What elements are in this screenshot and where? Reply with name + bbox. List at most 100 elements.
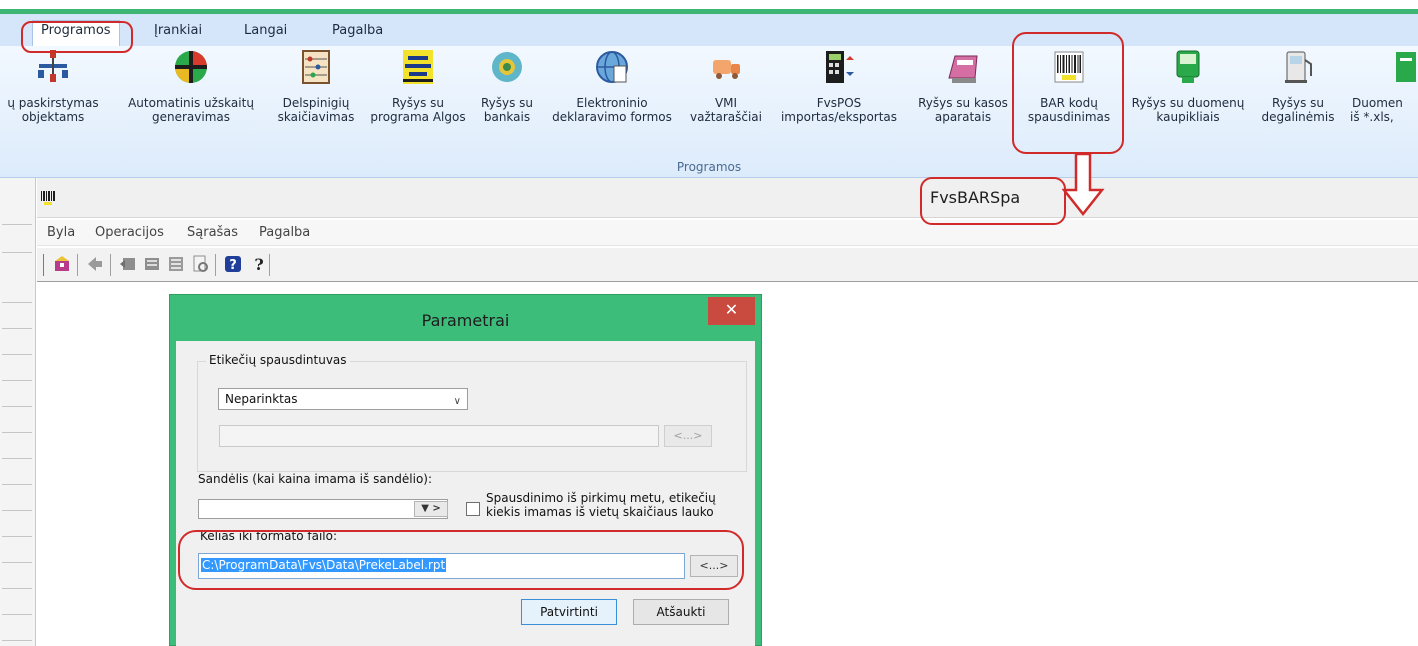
edit-record-icon[interactable]: [142, 254, 162, 274]
auto-offset-icon: [175, 51, 207, 83]
data-collector-icon: [1176, 50, 1200, 83]
tab-programos[interactable]: Programos: [32, 20, 120, 46]
top-strip: [0, 0, 1418, 9]
ribbon: Programos Įrankiai Langai Pagalba ų pask…: [0, 14, 1418, 178]
help-icon[interactable]: ?: [223, 254, 243, 274]
arrow-down-icon: [1062, 152, 1105, 217]
ribbon-button-label-1: Ryšys su: [480, 96, 534, 110]
ribbon-button-label-1: Elektroninio: [576, 96, 648, 110]
ribbon-button-auto-offset[interactable]: Automatinis užskaitų generavimas: [116, 48, 266, 156]
ribbon-button-label-1: Automatinis užskaitų: [128, 96, 254, 110]
ribbon-button-algos[interactable]: Ryšys su programa Algos: [362, 48, 474, 156]
gutter-tick: [2, 614, 32, 615]
ribbon-button-label-1: Ryšys su duomenų: [1131, 96, 1245, 110]
ribbon-button-distribution[interactable]: ų paskirstymas objektams: [0, 48, 112, 156]
dialog-close-button[interactable]: ✕: [708, 297, 755, 325]
ribbon-button-label-2: skaičiavimas: [277, 110, 355, 124]
printer-select-value: Neparinktas: [225, 392, 298, 406]
ribbon-button-label-1: Ryšys su: [391, 96, 445, 110]
toolbar-separator: [110, 254, 111, 276]
main-menu-bar: Programos Įrankiai Langai Pagalba: [0, 14, 1418, 46]
open-box-icon[interactable]: [52, 254, 72, 274]
purchase-qty-checkbox[interactable]: [466, 502, 480, 516]
cash-register-icon: [948, 55, 978, 83]
gutter-tick: [2, 588, 32, 589]
add-record-icon[interactable]: [118, 254, 138, 274]
ribbon-button-label-2: kaupikliais: [1156, 110, 1220, 124]
printer-path-field: [219, 425, 659, 447]
list-icon[interactable]: [166, 254, 186, 274]
ribbon-button-e-declaration[interactable]: Elektroninio deklaravimo formos: [542, 48, 682, 156]
purchase-qty-label-line1: Spausdinimo iš pirkimų metu, etikečių: [486, 491, 716, 505]
purchase-qty-label-line2: kiekis imamas iš vietų skaičiaus lauko: [486, 505, 714, 519]
toolbar-grip: [43, 254, 44, 276]
gutter-tick: [2, 328, 32, 329]
barcode-icon: [1054, 51, 1084, 83]
menu-operacijos[interactable]: Operacijos: [95, 225, 164, 240]
gutter-tick: [2, 224, 32, 225]
ribbon-button-barcode-printing[interactable]: BAR kodų spausdinimas: [1018, 48, 1120, 156]
gutter-tick: [2, 380, 32, 381]
context-help-icon[interactable]: ?: [249, 254, 269, 274]
back-icon[interactable]: [85, 254, 105, 274]
ribbon-button-penalties[interactable]: Delspinigių skaičiavimas: [270, 48, 362, 156]
ribbon-button-label-2: iš *.xls,: [1350, 110, 1394, 124]
dialog-body: Etikečių spausdintuvas Neparinktas ∨ <..…: [176, 341, 755, 646]
ribbon-button-label-2: deklaravimo formos: [552, 110, 672, 124]
ribbon-button-xls-import[interactable]: Duomen iš *.xls,: [1344, 48, 1418, 156]
gutter-tick: [2, 562, 32, 563]
ribbon-button-label-1: Duomen: [1352, 96, 1403, 110]
ribbon-button-fvspos[interactable]: FvsPOS importas/eksportas: [770, 48, 908, 156]
algos-icon: [403, 50, 433, 84]
ribbon-button-label-2: importas/eksportas: [780, 110, 898, 124]
ribbon-button-label-2: objektams: [21, 110, 85, 124]
document-title: FvsBARSpa: [930, 188, 1021, 207]
left-gutter: [0, 178, 36, 646]
parametrai-dialog: Parametrai ✕ Etikečių spausdintuvas Nepa…: [169, 294, 762, 646]
ribbon-button-label-1: ų paskirstymas: [7, 96, 99, 110]
ribbon-button-label-2: programa Algos: [370, 110, 466, 124]
printer-select[interactable]: Neparinktas ∨: [218, 388, 468, 410]
warehouse-lookup-buttons[interactable]: ▼ >: [414, 501, 448, 517]
tab-langai[interactable]: Langai: [236, 21, 295, 40]
bank-icon: [492, 52, 522, 82]
ribbon-button-label-1: VMI: [714, 96, 738, 110]
toolbar-separator: [215, 254, 216, 276]
format-path-input[interactable]: C:\ProgramData\Fvs\Data\PrekeLabel.rpt: [198, 553, 685, 579]
ribbon-button-fuel-stations[interactable]: Ryšys su degalinėmis: [1256, 48, 1340, 156]
ribbon-button-vmi-waybills[interactable]: VMI važtaraščiai: [684, 48, 768, 156]
gutter-tick: [2, 354, 32, 355]
tab-pagalba[interactable]: Pagalba: [324, 21, 391, 40]
gutter-tick: [2, 302, 32, 303]
cancel-button[interactable]: Atšaukti: [633, 599, 729, 625]
gutter-tick: [2, 536, 32, 537]
ribbon-button-label-2: važtaraščiai: [690, 110, 762, 124]
toolbar-separator: [77, 254, 78, 276]
gutter-tick: [2, 458, 32, 459]
confirm-button[interactable]: Patvirtinti: [521, 599, 617, 625]
globe-icon: [596, 51, 628, 83]
menu-sarasas[interactable]: Sąrašas: [187, 225, 238, 240]
ribbon-button-label-2: bankais: [483, 110, 531, 124]
excel-icon: [1396, 52, 1416, 82]
print-preview-icon[interactable]: [190, 254, 210, 274]
menu-byla[interactable]: Byla: [47, 225, 75, 240]
svg-text:?: ?: [254, 255, 263, 274]
ribbon-button-banks[interactable]: Ryšys su bankais: [476, 48, 538, 156]
abacus-icon: [302, 50, 330, 84]
chevron-down-icon: ∨: [453, 396, 461, 407]
ribbon-button-label-1: Delspinigių: [282, 96, 350, 110]
gutter-tick: [2, 484, 32, 485]
ribbon-panel: ų paskirstymas objektams Automatinis užs…: [0, 46, 1418, 178]
format-path-browse-button[interactable]: <...>: [690, 555, 738, 577]
ribbon-button-cash-registers[interactable]: Ryšys su kasos aparatais: [912, 48, 1014, 156]
distribution-icon: [38, 50, 68, 82]
tab-irankiai[interactable]: Įrankiai: [146, 21, 210, 40]
warehouse-select[interactable]: [198, 499, 448, 519]
dialog-title: Parametrai: [421, 311, 510, 330]
ribbon-button-label-1: Ryšys su kasos: [918, 96, 1008, 110]
menu-pagalba[interactable]: Pagalba: [259, 225, 310, 240]
ribbon-button-data-collectors[interactable]: Ryšys su duomenų kaupikliais: [1122, 48, 1254, 156]
ribbon-button-label-1: Ryšys su: [1271, 96, 1325, 110]
document-menu-bar: Byla Operacijos Sąrašas Pagalba: [37, 220, 1418, 246]
